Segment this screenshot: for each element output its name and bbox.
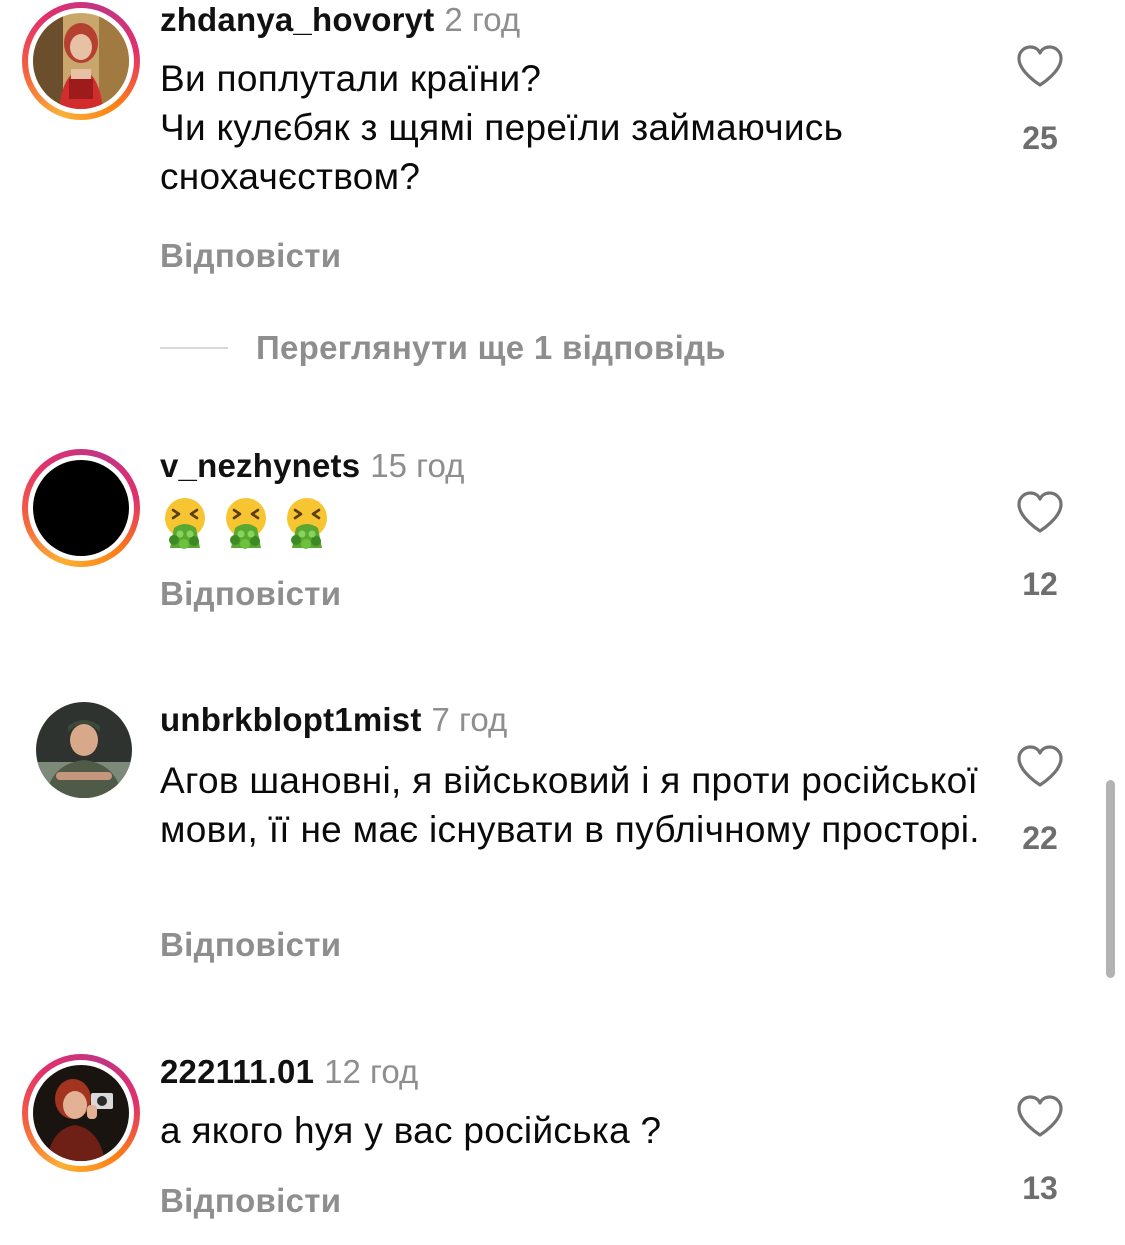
- like-control: 13: [1010, 1094, 1070, 1208]
- avatar-ring-gap: [28, 8, 134, 114]
- face-vomiting-emoji: [287, 498, 327, 549]
- comment-header: 222111.01 12 год: [160, 1052, 418, 1092]
- reply-button[interactable]: Відповісти: [160, 1181, 341, 1221]
- avatar: [33, 460, 129, 556]
- avatar-story-ring[interactable]: [22, 2, 140, 120]
- comment-header: zhdanya_hovoryt 2 год: [160, 0, 520, 40]
- like-control: 22: [1010, 744, 1070, 858]
- like-count: 25: [1022, 120, 1058, 156]
- face-vomiting-emoji: [226, 498, 266, 549]
- heart-outline-icon[interactable]: [1016, 744, 1064, 788]
- avatar-story-ring[interactable]: [22, 1054, 140, 1172]
- replies-divider: [160, 347, 228, 349]
- comment-emojis: [160, 496, 332, 552]
- comment-text: а якого һуя у вас російська ?: [160, 1110, 662, 1151]
- timestamp: 12 год: [324, 1053, 419, 1090]
- heart-outline-icon[interactable]: [1016, 1094, 1064, 1138]
- avatar[interactable]: [36, 702, 132, 798]
- timestamp: 2 год: [444, 1, 521, 38]
- avatar: [33, 13, 129, 109]
- like-count: 13: [1022, 1170, 1058, 1206]
- heart-outline-icon[interactable]: [1016, 44, 1064, 88]
- like-control: 12: [1010, 490, 1070, 604]
- avatar-ring-gap: [28, 1060, 134, 1166]
- heart-outline-icon[interactable]: [1016, 490, 1064, 534]
- scrollbar[interactable]: [1106, 780, 1115, 978]
- view-more-replies-label: Переглянути ще 1 відповідь: [256, 329, 726, 366]
- reply-button[interactable]: Відповісти: [160, 574, 341, 614]
- username[interactable]: 222111.01: [160, 1053, 314, 1090]
- username[interactable]: zhdanya_hovoryt: [160, 1, 434, 38]
- avatar: [33, 1065, 129, 1161]
- comment-text: Ви поплутали країни? Чи кулєбяк з щямі п…: [160, 58, 844, 197]
- reply-button[interactable]: Відповісти: [160, 236, 341, 276]
- face-vomiting-emoji: [165, 498, 205, 549]
- timestamp: 7 год: [431, 701, 508, 738]
- avatar-story-ring[interactable]: [22, 449, 140, 567]
- username[interactable]: v_nezhynets: [160, 447, 360, 484]
- view-more-replies-button[interactable]: Переглянути ще 1 відповідь: [160, 328, 726, 368]
- like-count: 12: [1022, 566, 1058, 602]
- username[interactable]: unbrkblopt1mist: [160, 701, 422, 738]
- like-count: 22: [1022, 820, 1058, 856]
- reply-button[interactable]: Відповісти: [160, 925, 341, 965]
- comment-header: v_nezhynets 15 год: [160, 446, 464, 486]
- like-control: 25: [1010, 44, 1070, 158]
- avatar-ring-gap: [28, 455, 134, 561]
- comment-text: Агов шановні, я військовий і я проти рос…: [160, 760, 980, 850]
- comment-header: unbrkblopt1mist 7 год: [160, 700, 507, 740]
- timestamp: 15 год: [370, 447, 465, 484]
